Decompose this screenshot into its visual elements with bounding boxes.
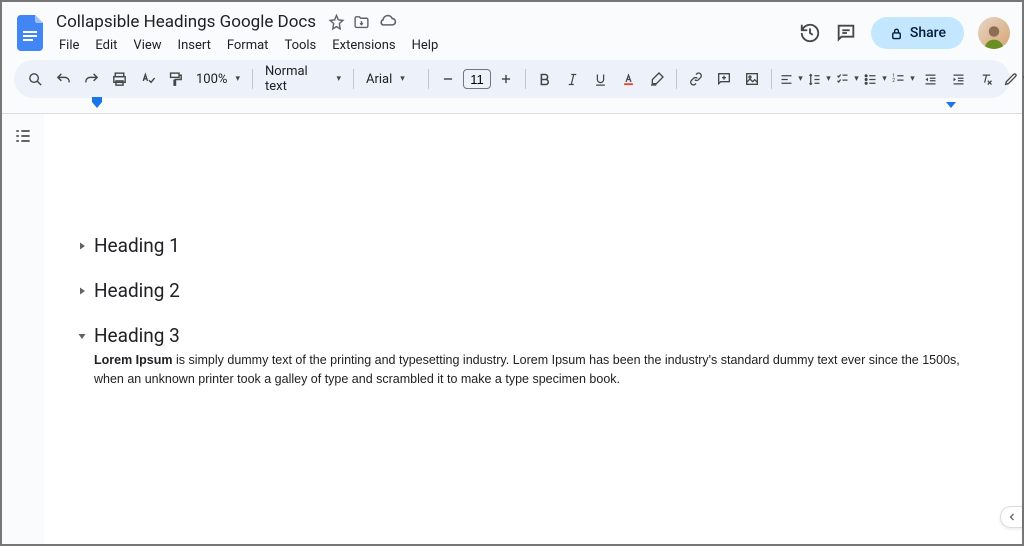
link-icon[interactable] — [683, 66, 709, 92]
menu-view[interactable]: View — [126, 35, 168, 56]
chevron-down-icon[interactable] — [76, 330, 88, 342]
share-button[interactable]: Share — [871, 17, 964, 49]
side-panel-toggle-icon[interactable] — [1000, 506, 1022, 528]
underline-icon[interactable] — [588, 66, 614, 92]
outline-icon[interactable] — [13, 126, 33, 544]
content-area: Heading 1 Heading 2 Heading 3 Lorem Ipsu… — [2, 114, 1022, 544]
menu-help[interactable]: Help — [405, 35, 446, 56]
comments-icon[interactable] — [835, 22, 857, 44]
heading-row: Heading 3 — [94, 324, 992, 347]
ruler[interactable] — [2, 100, 1022, 114]
decrease-font-icon[interactable] — [435, 66, 461, 92]
lock-icon — [889, 26, 904, 41]
menu-insert[interactable]: Insert — [171, 35, 218, 56]
search-icon[interactable] — [22, 66, 48, 92]
print-icon[interactable] — [106, 66, 132, 92]
menu-tools[interactable]: Tools — [277, 35, 323, 56]
editing-mode-icon[interactable] — [1002, 66, 1024, 92]
menu-edit[interactable]: Edit — [88, 35, 124, 56]
highlight-icon[interactable] — [644, 66, 670, 92]
star-icon[interactable] — [328, 14, 345, 31]
chevron-right-icon[interactable] — [76, 240, 88, 252]
indent-marker-right-icon[interactable] — [946, 102, 956, 108]
line-spacing-icon[interactable] — [806, 66, 832, 92]
font-size-input[interactable] — [463, 69, 491, 89]
increase-indent-icon[interactable] — [946, 66, 972, 92]
bullet-list-icon[interactable] — [862, 66, 888, 92]
chevron-right-icon[interactable] — [76, 285, 88, 297]
svg-text:2: 2 — [892, 78, 895, 84]
indent-marker-left-icon[interactable] — [92, 102, 102, 108]
cloud-status-icon[interactable] — [378, 13, 397, 32]
document-title[interactable]: Collapsible Headings Google Docs — [52, 10, 320, 34]
toolbar: 100% Normal text Arial 12 — [14, 60, 1010, 98]
font-select[interactable]: Arial — [360, 66, 422, 92]
clear-format-icon[interactable] — [974, 66, 1000, 92]
style-select[interactable]: Normal text — [259, 66, 347, 92]
menu-extensions[interactable]: Extensions — [325, 35, 402, 56]
heading-text[interactable]: Heading 1 — [94, 234, 180, 257]
italic-icon[interactable] — [560, 66, 586, 92]
body-bold-text: Lorem Ipsum — [94, 353, 173, 367]
undo-icon[interactable] — [50, 66, 76, 92]
increase-font-icon[interactable] — [493, 66, 519, 92]
titlebar: Collapsible Headings Google Docs File Ed… — [2, 2, 1022, 58]
menu-format[interactable]: Format — [220, 35, 276, 56]
heading-text[interactable]: Heading 2 — [94, 279, 180, 302]
body-rest-text: is simply dummy text of the printing and… — [94, 353, 960, 386]
insert-image-icon[interactable] — [739, 66, 765, 92]
history-icon[interactable] — [799, 22, 821, 44]
align-icon[interactable] — [778, 66, 804, 92]
document-page[interactable]: Heading 1 Heading 2 Heading 3 Lorem Ipsu… — [44, 114, 1022, 544]
text-color-icon[interactable] — [616, 66, 642, 92]
zoom-select[interactable]: 100% — [190, 66, 246, 92]
menu-file[interactable]: File — [52, 35, 86, 56]
heading-row: Heading 1 — [94, 234, 992, 257]
move-icon[interactable] — [353, 14, 370, 31]
heading-row: Heading 2 — [94, 279, 992, 302]
bold-icon[interactable] — [532, 66, 558, 92]
checklist-icon[interactable] — [834, 66, 860, 92]
menu-bar: File Edit View Insert Format Tools Exten… — [52, 35, 799, 56]
redo-icon[interactable] — [78, 66, 104, 92]
heading-text[interactable]: Heading 3 — [94, 324, 180, 347]
share-label: Share — [910, 25, 946, 41]
docs-logo[interactable] — [14, 16, 48, 50]
spellcheck-icon[interactable] — [134, 66, 160, 92]
numbered-list-icon[interactable]: 12 — [890, 66, 916, 92]
decrease-indent-icon[interactable] — [918, 66, 944, 92]
avatar[interactable] — [978, 17, 1010, 49]
body-paragraph[interactable]: Lorem Ipsum is simply dummy text of the … — [94, 351, 992, 389]
paint-format-icon[interactable] — [162, 66, 188, 92]
add-comment-icon[interactable] — [711, 66, 737, 92]
